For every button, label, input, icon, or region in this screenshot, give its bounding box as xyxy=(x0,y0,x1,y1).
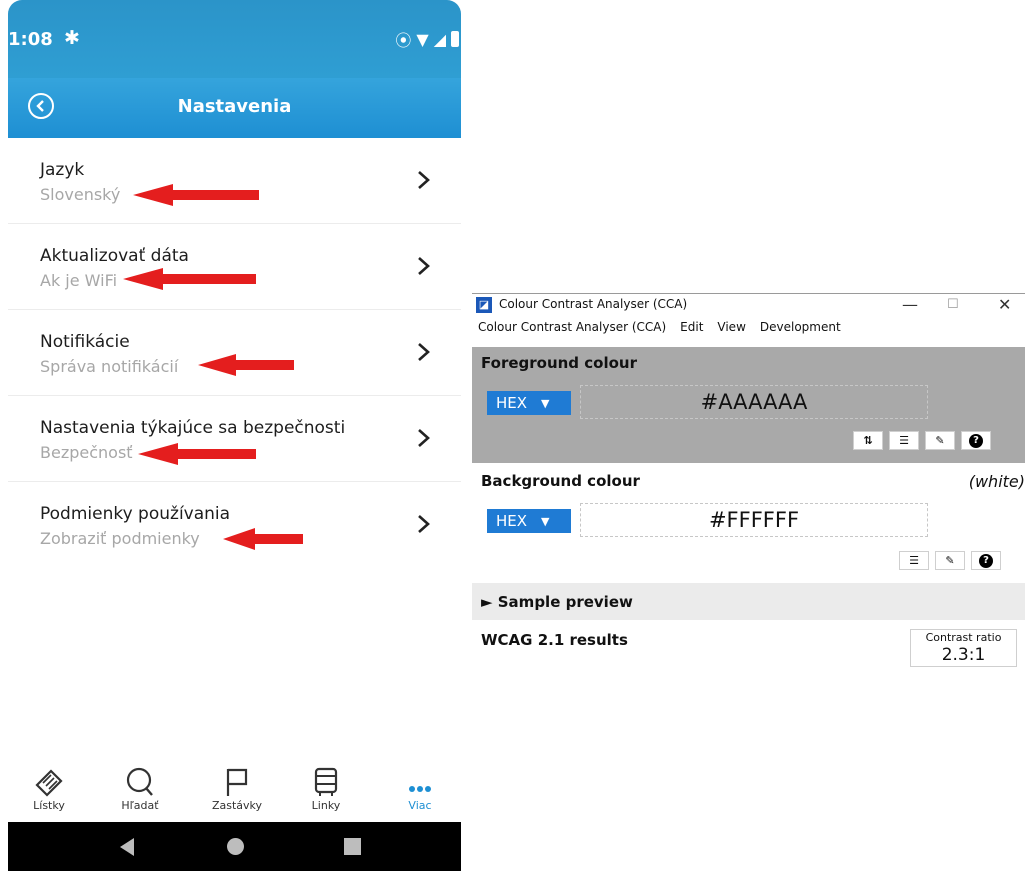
chevron-down-icon: ▼ xyxy=(541,396,550,410)
item-subtitle: Správa notifikácií xyxy=(40,357,179,376)
bottom-navigation: Lístky Hľadať Zastávky Linky Viac xyxy=(8,760,461,822)
help-icon: ? xyxy=(969,433,983,448)
minimize-icon[interactable]: — xyxy=(902,295,918,314)
nav-label: Lístky xyxy=(33,799,65,812)
item-title: Jazyk xyxy=(40,160,85,180)
nav-label: Viac xyxy=(408,799,432,812)
background-title: Background colour xyxy=(481,472,640,490)
red-arrow-icon xyxy=(138,443,256,465)
settings-item-update-data[interactable]: Aktualizovať dáta Ak je WiFi xyxy=(8,224,461,310)
settings-item-notifications[interactable]: Notifikácie Správa notifikácií xyxy=(8,310,461,396)
foreground-format-select[interactable]: HEX ▼ xyxy=(487,391,571,415)
nav-more[interactable]: Viac xyxy=(385,760,455,812)
location-icon: ⦿ xyxy=(395,31,412,50)
contrast-ratio-box: Contrast ratio 2.3:1 xyxy=(910,629,1017,667)
menu-development[interactable]: Development xyxy=(760,320,841,334)
sample-preview-toggle[interactable]: ► Sample preview xyxy=(472,583,1025,620)
page-title: Nastavenia xyxy=(177,96,292,117)
wifi-icon: ▼ xyxy=(416,29,429,49)
sliders-button[interactable]: ☰ xyxy=(889,431,919,450)
settings-list: Jazyk Slovenský Aktualizovať dáta Ak je … xyxy=(8,138,461,567)
settings-item-terms[interactable]: Podmienky používania Zobraziť podmienky xyxy=(8,482,461,567)
eyedropper-button[interactable]: ✎ xyxy=(935,551,965,570)
system-navigation-bar xyxy=(8,822,461,871)
more-dots-icon xyxy=(409,786,431,792)
chevron-right-icon xyxy=(418,343,430,361)
item-subtitle: Slovenský xyxy=(40,185,121,204)
item-title: Nastavenia týkajúce sa bezpečnosti xyxy=(40,418,346,438)
status-bar: 1:08 ✱ ⦿ ▼ ◢ xyxy=(8,0,461,78)
cca-window: ◪ Colour Contrast Analyser (CCA) — ☐ ✕ C… xyxy=(472,293,1025,674)
nav-stops[interactable]: Zastávky xyxy=(202,760,272,812)
maximize-icon[interactable]: ☐ xyxy=(947,297,959,312)
ticket-icon xyxy=(35,769,63,797)
close-icon[interactable]: ✕ xyxy=(998,295,1011,314)
system-recents-icon[interactable] xyxy=(344,838,361,855)
foreground-title: Foreground colour xyxy=(481,354,637,372)
help-icon: ? xyxy=(979,553,993,568)
chevron-right-icon xyxy=(418,257,430,275)
foreground-panel: Foreground colour HEX ▼ #AAAAAA ⇅ ☰ ✎ ? xyxy=(472,347,1025,463)
red-arrow-icon xyxy=(123,268,256,290)
chevron-right-icon xyxy=(418,429,430,447)
contrast-ratio-value: 2.3:1 xyxy=(941,645,986,665)
item-subtitle: Ak je WiFi xyxy=(40,271,118,290)
battery-icon xyxy=(451,31,459,47)
nav-lines[interactable]: Linky xyxy=(291,760,361,812)
menu-edit[interactable]: Edit xyxy=(680,320,703,334)
nav-label: Zastávky xyxy=(211,799,263,812)
help-button[interactable]: ? xyxy=(971,551,1001,570)
item-title: Aktualizovať dáta xyxy=(40,246,189,266)
nav-label: Linky xyxy=(311,799,341,812)
settings-item-language[interactable]: Jazyk Slovenský xyxy=(8,138,461,224)
window-title: Colour Contrast Analyser (CCA) xyxy=(499,297,688,311)
settings-item-security[interactable]: Nastavenia týkajúce sa bezpečnosti Bezpe… xyxy=(8,396,461,482)
foreground-hex-input[interactable]: #AAAAAA xyxy=(580,385,928,419)
search-icon xyxy=(126,767,153,796)
help-button[interactable]: ? xyxy=(961,431,991,450)
menu-view[interactable]: View xyxy=(717,320,745,334)
flag-icon xyxy=(226,768,248,796)
app-bar: Nastavenia xyxy=(8,78,461,138)
item-title: Notifikácie xyxy=(40,332,130,352)
menu-bar: Colour Contrast Analyser (CCA) Edit View… xyxy=(472,316,1025,338)
swap-colours-button[interactable]: ⇅ xyxy=(853,431,883,450)
item-title: Podmienky používania xyxy=(40,504,231,524)
background-note: (white) xyxy=(968,472,1025,491)
nav-label: Hľadať xyxy=(121,799,159,812)
menu-app[interactable]: Colour Contrast Analyser (CCA) xyxy=(478,320,666,334)
status-time: 1:08 xyxy=(8,29,53,50)
eyedropper-button[interactable]: ✎ xyxy=(925,431,955,450)
sliders-button[interactable]: ☰ xyxy=(899,551,929,570)
background-hex-input[interactable]: #FFFFFF xyxy=(580,503,928,537)
red-arrow-icon xyxy=(223,528,303,550)
background-format-select[interactable]: HEX ▼ xyxy=(487,509,571,533)
contrast-ratio-label: Contrast ratio xyxy=(925,631,1002,644)
bus-icon xyxy=(314,767,338,796)
window-titlebar: ◪ Colour Contrast Analyser (CCA) — ☐ ✕ xyxy=(472,294,1025,316)
nav-search[interactable]: Hľadať xyxy=(105,760,175,812)
red-arrow-icon xyxy=(198,354,294,376)
background-panel: Background colour (white) HEX ▼ #FFFFFF ☰… xyxy=(472,463,1025,583)
item-subtitle: Bezpečnosť xyxy=(40,443,133,462)
red-arrow-icon xyxy=(133,184,259,206)
chevron-down-icon: ▼ xyxy=(541,514,550,528)
gear-icon: ✱ xyxy=(64,27,80,49)
wcag-results-title: WCAG 2.1 results xyxy=(481,631,628,649)
nav-tickets[interactable]: Lístky xyxy=(14,760,84,812)
cca-logo-icon: ◪ xyxy=(476,297,492,313)
system-home-icon[interactable] xyxy=(227,838,244,855)
chevron-right-icon xyxy=(418,171,430,189)
item-subtitle: Zobraziť podmienky xyxy=(40,529,200,548)
signal-icon: ◢ xyxy=(433,29,446,49)
phone-screenshot: 1:08 ✱ ⦿ ▼ ◢ Nastavenia Jazyk Slovenský … xyxy=(8,0,461,871)
chevron-right-icon xyxy=(418,515,430,533)
system-back-icon[interactable] xyxy=(120,838,134,856)
